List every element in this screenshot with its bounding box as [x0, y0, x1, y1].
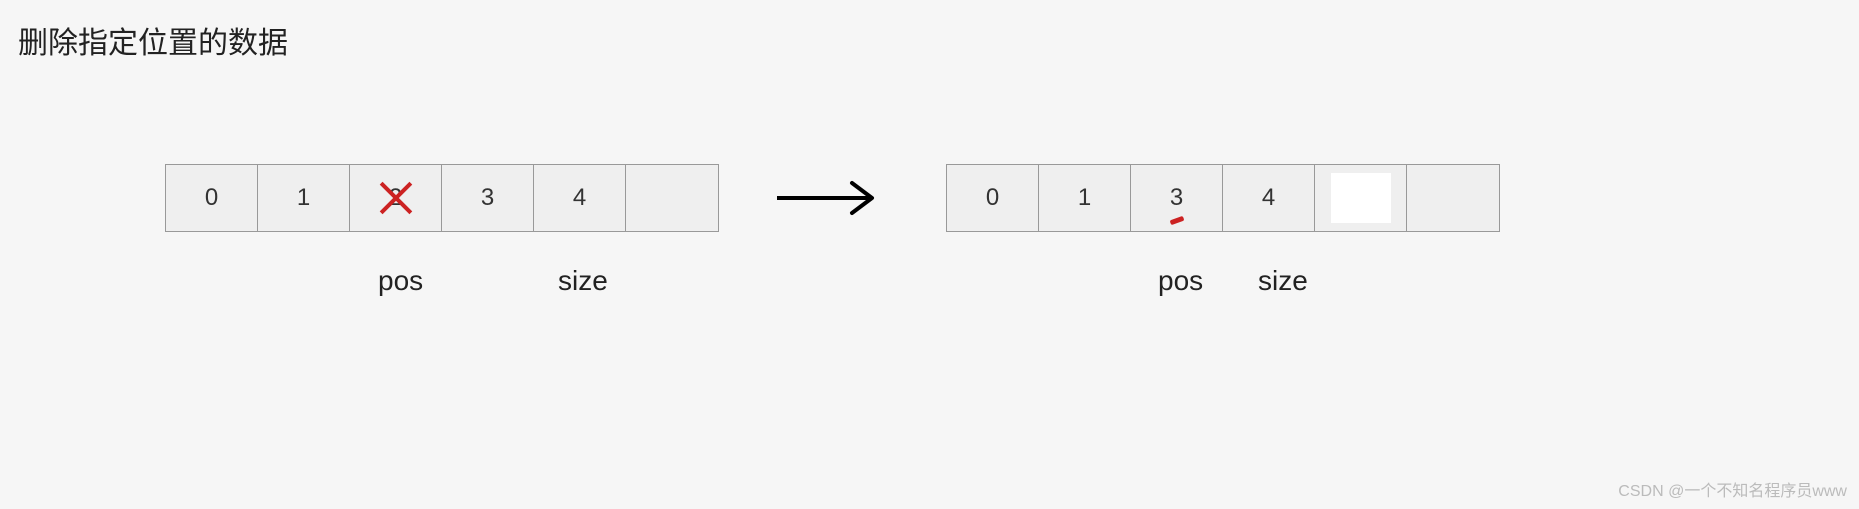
cell-before-2: 2: [350, 165, 442, 231]
label-pos-before: pos: [378, 265, 423, 297]
cell-before-3: 3: [442, 165, 534, 231]
cell-after-2: 3: [1131, 165, 1223, 231]
array-before: 0 1 2 3 4: [165, 164, 719, 232]
label-size-before: size: [558, 265, 608, 297]
cell-after-2-value: 3: [1170, 184, 1183, 212]
label-pos-after: pos: [1158, 265, 1203, 297]
array-after: 0 1 3 4: [946, 164, 1500, 232]
cell-before-0: 0: [166, 165, 258, 231]
watermark: CSDN @一个不知名程序员www: [1618, 477, 1847, 501]
diagram-title: 删除指定位置的数据: [18, 18, 288, 62]
overwrite-mark-icon: [1169, 216, 1184, 225]
cell-after-4: [1315, 165, 1407, 231]
cell-after-5: [1407, 165, 1499, 231]
transform-arrow-icon: [772, 168, 892, 228]
cell-after-3: 4: [1223, 165, 1315, 231]
cell-before-4: 4: [534, 165, 626, 231]
cell-before-5: [626, 165, 718, 231]
cell-after-0: 0: [947, 165, 1039, 231]
cell-before-1: 1: [258, 165, 350, 231]
label-size-after: size: [1258, 265, 1308, 297]
cell-before-2-value: 2: [389, 184, 402, 212]
empty-slot-highlight: [1331, 173, 1391, 223]
cell-after-1: 1: [1039, 165, 1131, 231]
